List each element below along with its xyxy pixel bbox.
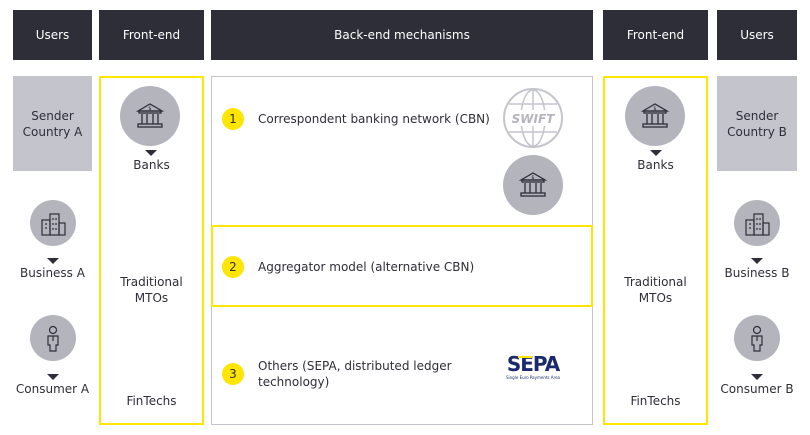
person-icon [30,315,76,361]
sender-label-right: Sender Country B [727,108,787,139]
banks-label-left: Banks [133,158,170,172]
svg-text:$: $ [148,106,151,112]
header-users-left: Users [13,10,92,60]
header-label: Users [35,28,70,42]
header-label: Users [740,28,774,42]
fintechs-label-right: FinTechs [630,394,681,408]
pointer-triangle [751,258,763,264]
header-backend: Back-end mechanisms [211,10,593,60]
pointer-triangle [751,374,763,380]
sepa-wordmark: SEPA [506,352,560,376]
globe-icon: SWIFT [503,88,563,148]
sender-label-left: Sender Country A [22,108,83,139]
number-text: 3 [229,367,237,381]
banks-label-right: Banks [637,158,674,172]
business-label-right: Business B [724,266,790,280]
number-badge-2: 2 [222,256,244,278]
pointer-triangle [650,150,662,156]
mechanism-others-label: Others (SEPA, distributed ledger technol… [258,359,452,389]
mechanism-aggregator-label: Aggregator model (alternative CBN) [258,260,475,274]
header-label: Front-end [626,28,685,42]
consumer-label-left: Consumer A [15,382,90,396]
pointer-triangle [47,374,59,380]
buildings-icon [30,200,76,246]
number-badge-1: 1 [222,108,244,130]
svg-text:$: $ [531,175,534,181]
sepa-subtitle: Single Euro Payments Area [506,375,560,380]
sepa-accent [518,356,532,358]
header-frontend-left: Front-end [99,10,204,60]
bank-icon: $ [503,155,563,215]
buildings-icon [734,200,780,246]
consumer-label-right: Consumer B [720,382,794,396]
mtos-label-right: Traditional MTOs [624,275,687,305]
number-badge-3: 3 [222,363,244,385]
sender-box-right: Sender Country B [717,76,797,171]
mechanism-cbn-label: Correspondent banking network (CBN) [258,112,490,126]
bank-icon: $ [120,86,180,146]
fintechs-label-left: FinTechs [126,394,177,408]
person-icon [734,315,780,361]
number-text: 2 [229,260,237,274]
business-label-left: Business A [20,266,85,280]
sender-box-left: Sender Country A [13,76,92,171]
pointer-triangle [47,258,59,264]
bank-icon: $ [625,86,685,146]
header-label: Front-end [122,28,181,42]
sepa-logo: SEPA Single Euro Payments Area [500,353,566,383]
header-frontend-right: Front-end [603,10,708,60]
pointer-triangle [145,150,157,156]
mtos-label-left: Traditional MTOs [120,275,183,305]
swift-text: SWIFT [512,112,556,126]
header-label: Back-end mechanisms [334,28,470,42]
header-users-right: Users [717,10,797,60]
svg-text:$: $ [653,106,656,112]
number-text: 1 [229,112,237,126]
